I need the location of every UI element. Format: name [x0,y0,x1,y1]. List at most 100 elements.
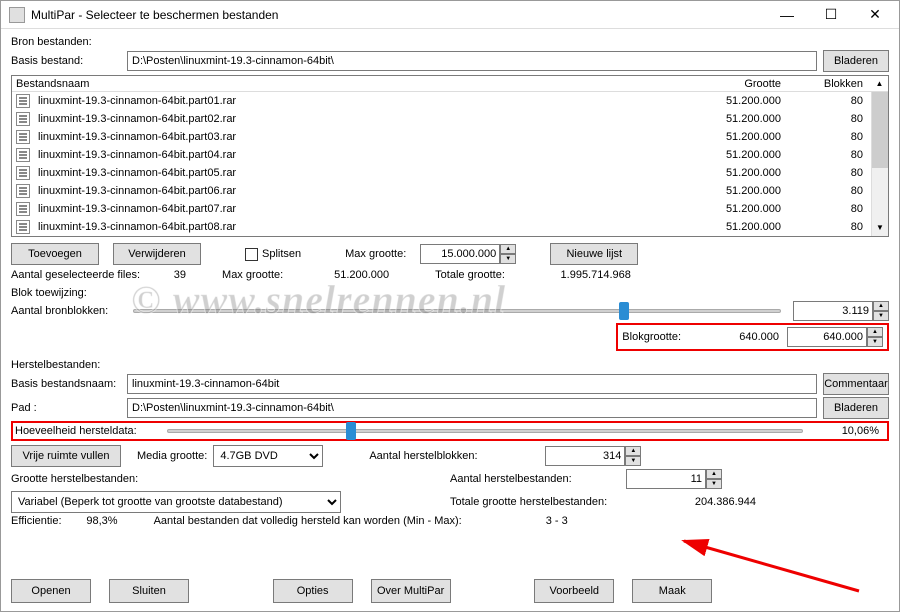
newlist-button[interactable]: Nieuwe lijst [550,243,638,265]
table-row[interactable]: linuxmint-19.3-cinnamon-64bit.part05.rar… [12,164,871,182]
srcblocks-spinner[interactable]: ▲▼ [793,301,889,321]
minimize-button[interactable]: — [765,2,809,28]
file-size-cell: 51.200.000 [671,113,791,125]
totalrecsize-value: 204.386.944 [656,496,756,508]
file-list: Bestandsnaam Grootte Blokken ▲ linuxmint… [11,75,889,237]
sizing-select[interactable]: Variabel (Beperk tot grootte van grootst… [11,491,341,513]
file-blocks-cell: 80 [791,203,871,215]
table-row[interactable]: linuxmint-19.3-cinnamon-64bit.part04.rar… [12,146,871,164]
file-blocks-cell: 80 [791,167,871,179]
base-file-label: Basis bestand: [11,55,121,67]
add-button[interactable]: Toevoegen [11,243,99,265]
recfiles-input[interactable] [626,469,706,489]
srcblocks-label: Aantal bronblokken: [11,305,121,317]
browse-recovery-button[interactable]: Bladeren [823,397,889,419]
split-checkbox[interactable] [245,248,258,261]
recfiles-spinner[interactable]: ▲▼ [626,469,722,489]
basename-input[interactable] [127,374,817,394]
recblocks-input[interactable] [545,446,625,466]
stats-maxsize-label: Max grootte: [222,269,283,281]
comment-button[interactable]: Commentaar [823,373,889,395]
recfiles-label: Aantal herstelbestanden: [450,473,620,485]
file-name-cell: linuxmint-19.3-cinnamon-64bit.part07.rar [34,203,671,215]
basename-label: Basis bestandsnaam: [11,378,121,390]
col-header-blocks[interactable]: Blokken [791,78,871,90]
table-row[interactable]: linuxmint-19.3-cinnamon-64bit.part07.rar… [12,200,871,218]
efficiency-label: Efficientie: [11,515,62,527]
close-button[interactable]: ✕ [853,2,897,28]
file-icon [16,130,30,144]
preview-button[interactable]: Voorbeeld [534,579,614,603]
stats-maxsize-value: 51.200.000 [289,269,389,281]
table-row[interactable]: linuxmint-19.3-cinnamon-64bit.part02.rar… [12,110,871,128]
path-input[interactable] [127,398,817,418]
fullrec-label: Aantal bestanden dat volledig hersteld k… [154,515,462,527]
file-size-cell: 51.200.000 [671,203,791,215]
create-button[interactable]: Maak [632,579,712,603]
file-icon [16,202,30,216]
srcblocks-input[interactable] [793,301,873,321]
file-name-cell: linuxmint-19.3-cinnamon-64bit.part08.rar [34,221,671,233]
maxsize-input[interactable] [420,244,500,264]
base-file-input[interactable] [127,51,817,71]
blocksize-highlight: Blokgrootte: 640.000 ▲▼ [616,323,889,351]
file-icon [16,220,30,234]
file-name-cell: linuxmint-19.3-cinnamon-64bit.part02.rar [34,113,671,125]
file-blocks-cell: 80 [791,185,871,197]
selected-count-label: Aantal geselecteerde files: [11,269,140,281]
blocksize-label: Blokgrootte: [622,331,681,343]
col-header-scroll-gap: ▲ [871,79,888,88]
efficiency-value: 98,3% [68,515,118,527]
file-name-cell: linuxmint-19.3-cinnamon-64bit.part05.rar [34,167,671,179]
options-button[interactable]: Opties [273,579,353,603]
col-header-size[interactable]: Grootte [671,78,791,90]
file-list-scrollbar[interactable]: ▼ [871,92,888,236]
media-size-select[interactable]: 4.7GB DVD [213,445,323,467]
table-row[interactable]: linuxmint-19.3-cinnamon-64bit.part01.rar… [12,92,871,110]
file-name-cell: linuxmint-19.3-cinnamon-64bit.part04.rar [34,149,671,161]
table-row[interactable]: linuxmint-19.3-cinnamon-64bit.part06.rar… [12,182,871,200]
close-app-button[interactable]: Sluiten [109,579,189,603]
source-section-label: Bron bestanden: [11,36,889,48]
srcblocks-slider[interactable] [133,309,781,313]
footer-buttons: Openen Sluiten Opties Over MultiPar Voor… [11,579,889,603]
table-row[interactable]: linuxmint-19.3-cinnamon-64bit.part03.rar… [12,128,871,146]
file-blocks-cell: 80 [791,221,871,233]
file-blocks-cell: 80 [791,113,871,125]
remove-button[interactable]: Verwijderen [113,243,201,265]
maximize-button[interactable]: ☐ [809,2,853,28]
file-size-cell: 51.200.000 [671,95,791,107]
recovery-amount-value: 10,06% [815,425,885,437]
blocksize-mid: 640.000 [689,331,779,343]
file-name-cell: linuxmint-19.3-cinnamon-64bit.part01.rar [34,95,671,107]
file-size-cell: 51.200.000 [671,167,791,179]
open-button[interactable]: Openen [11,579,91,603]
maxsize-spinner[interactable]: ▲▼ [420,244,516,264]
file-name-cell: linuxmint-19.3-cinnamon-64bit.part03.rar [34,131,671,143]
maxsize-label: Max grootte: [345,248,406,260]
fullrec-value: 3 - 3 [468,515,568,527]
recblocks-spinner[interactable]: ▲▼ [545,446,641,466]
selected-count-value: 39 [146,269,186,281]
browse-source-button[interactable]: Bladeren [823,50,889,72]
file-blocks-cell: 80 [791,95,871,107]
blocksize-input[interactable] [787,327,867,347]
file-size-cell: 51.200.000 [671,131,791,143]
media-size-label: Media grootte: [137,450,207,462]
totalrecsize-label: Totale grootte herstelbestanden: [450,496,650,508]
file-size-cell: 51.200.000 [671,149,791,161]
blocksize-spinner[interactable]: ▲▼ [787,327,883,347]
col-header-name[interactable]: Bestandsnaam [12,78,671,90]
fill-free-button[interactable]: Vrije ruimte vullen [11,445,121,467]
file-icon [16,184,30,198]
sizefiles-label: Grootte herstelbestanden: [11,473,171,485]
recblocks-label: Aantal herstelblokken: [369,450,539,462]
file-size-cell: 51.200.000 [671,221,791,233]
total-size-value: 1.995.714.968 [511,269,631,281]
table-row[interactable]: linuxmint-19.3-cinnamon-64bit.part08.rar… [12,218,871,236]
titlebar: MultiPar - Selecteer te beschermen besta… [1,1,899,29]
file-icon [16,94,30,108]
recovery-amount-slider[interactable] [167,429,803,433]
split-label: Splitsen [262,248,301,260]
about-button[interactable]: Over MultiPar [371,579,451,603]
